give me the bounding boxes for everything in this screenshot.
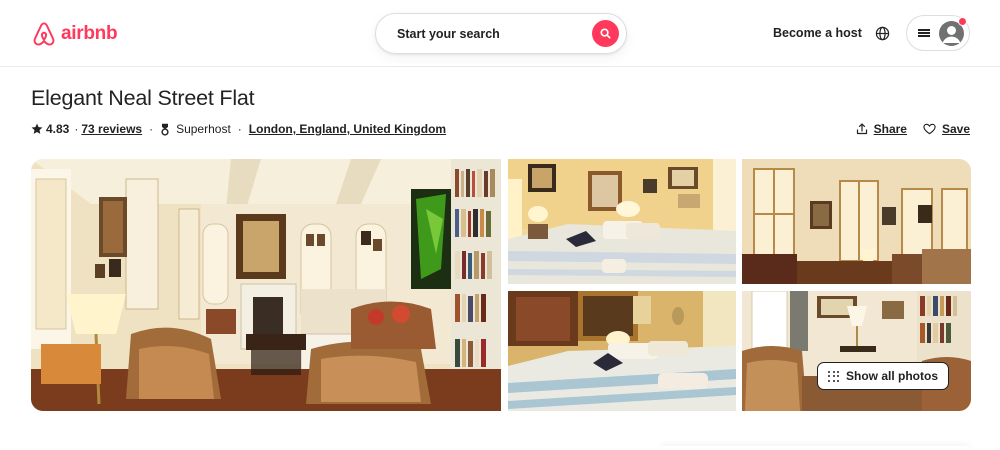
airbnb-logo-icon [33,22,55,46]
superhost-icon [161,123,169,136]
photo-bedroom-2[interactable] [508,291,736,411]
location-link[interactable]: London, England, United Kingdom [249,122,446,136]
search-icon [600,28,611,39]
show-all-photos-button[interactable]: Show all photos [817,362,949,390]
photo-lounge-lamp[interactable] [742,291,971,411]
menu-icon [918,27,930,39]
logo-text: airbnb [61,23,118,44]
heart-icon [923,123,936,135]
globe-icon [875,26,889,40]
photo-bedroom-1[interactable] [508,159,736,284]
star-icon [31,123,43,134]
grid-dots-icon [828,370,839,382]
rating-value: 4.83 [46,122,70,136]
top-header: airbnb Start your search Become a host [0,0,1000,67]
share-button[interactable]: Share [856,122,907,136]
share-icon [856,123,867,135]
notification-dot [958,17,967,26]
airbnb-logo[interactable]: airbnb [31,20,118,48]
become-host-link[interactable]: Become a host [764,22,871,44]
superhost-badge: Superhost [176,122,231,136]
user-menu-button[interactable] [906,15,970,51]
listing-actions: Share Save [856,120,970,138]
show-all-photos-label: Show all photos [846,369,938,383]
listing-title: Elegant Neal Street Flat [31,86,255,110]
search-placeholder: Start your search [397,26,500,41]
search-button[interactable] [592,20,619,47]
share-label: Share [873,122,907,136]
language-button[interactable] [872,23,892,43]
reviews-link[interactable]: 73 reviews [81,122,142,136]
listing-meta: 4.83 · 73 reviews · Superhost · London, … [31,120,446,138]
booking-card-edge [660,446,970,450]
photo-living-room[interactable] [31,159,501,411]
photo-sitting-room-windows[interactable] [742,159,971,284]
search-bar[interactable]: Start your search [375,13,627,54]
save-button[interactable]: Save [923,122,970,136]
save-label: Save [941,122,970,136]
